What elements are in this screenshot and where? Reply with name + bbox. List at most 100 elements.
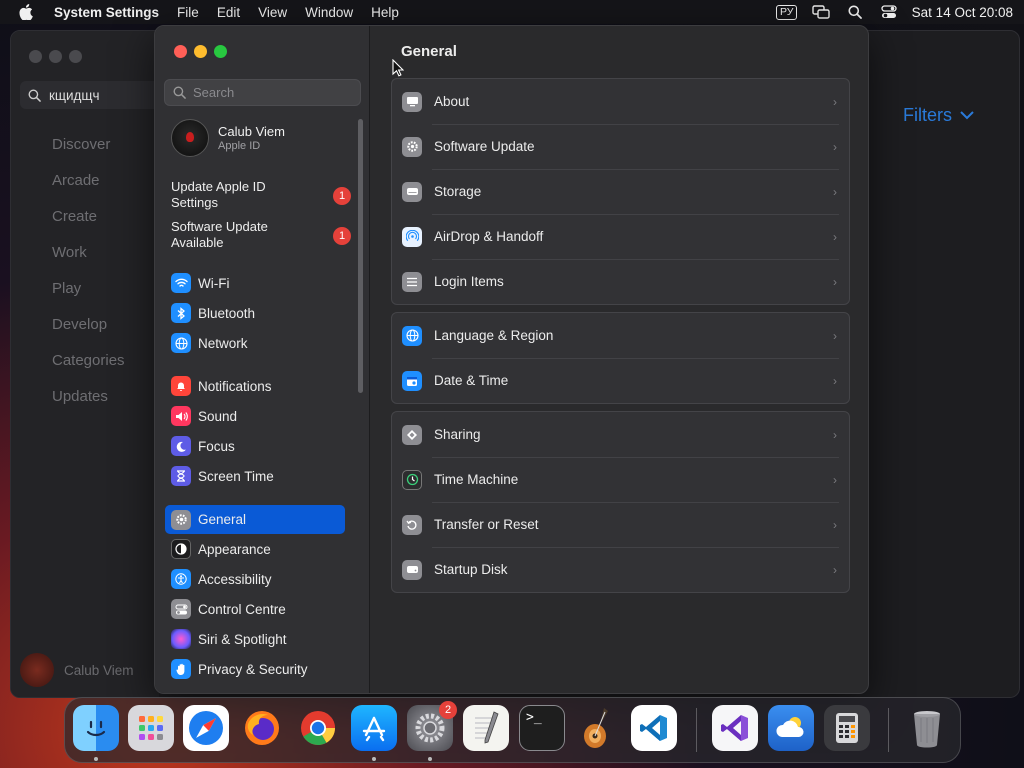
gear-badge-icon <box>402 136 422 157</box>
nav-categories[interactable]: Categories <box>52 352 125 369</box>
nav-updates[interactable]: Updates <box>52 388 108 405</box>
zoom-window-button[interactable] <box>69 50 82 63</box>
chevron-right-icon: › <box>833 229 837 244</box>
nav-develop[interactable]: Develop <box>52 316 107 333</box>
sidebar-item-label: Appearance <box>198 541 271 557</box>
chevron-right-icon: › <box>833 373 837 388</box>
account-name: Calub Viem <box>218 124 285 139</box>
update-apple-id-notice[interactable]: Update Apple ID Settings 1 <box>171 179 351 211</box>
software-update-notice[interactable]: Software Update Available 1 <box>171 219 351 251</box>
sidebar-item-network[interactable]: Network <box>165 330 345 356</box>
sidebar-item-notifications[interactable]: Notifications <box>165 373 345 399</box>
chevron-right-icon: › <box>833 472 837 487</box>
settings-search-field[interactable]: Search <box>164 79 361 106</box>
sidebar-item-siri-spotlight[interactable]: Siri & Spotlight <box>165 626 345 652</box>
sidebar-item-label: Wi-Fi <box>198 275 230 291</box>
system-settings-window: Search Calub Viem Apple ID Update Apple … <box>154 25 869 694</box>
settings-icon[interactable]: 2 <box>407 701 457 751</box>
app-store-search-field[interactable]: кщидщч <box>20 81 160 109</box>
terminal-icon[interactable]: >_ <box>519 705 565 751</box>
menu-clock[interactable]: Sat 14 Oct 20:08 <box>912 5 1013 20</box>
nav-arcade[interactable]: Arcade <box>52 172 100 189</box>
apple-id-account[interactable]: Calub Viem Apple ID <box>171 119 285 157</box>
row-software-update[interactable]: Software Update › <box>392 124 849 169</box>
chrome-icon[interactable] <box>295 705 341 751</box>
menu-edit[interactable]: Edit <box>208 5 249 20</box>
menu-file[interactable]: File <box>168 5 208 20</box>
input-source-menu[interactable]: РУ <box>770 4 804 20</box>
garageband-icon[interactable] <box>575 705 621 751</box>
row-airdrop-handoff[interactable]: AirDrop & Handoff › <box>392 214 849 259</box>
nav-create[interactable]: Create <box>52 208 97 225</box>
launchpad-icon[interactable] <box>128 705 174 751</box>
chevron-right-icon: › <box>833 562 837 577</box>
gear-icon <box>171 509 191 530</box>
filters-button[interactable]: Filters <box>903 105 974 126</box>
visual-studio-icon[interactable] <box>712 705 758 751</box>
zoom-window-button[interactable] <box>214 45 227 58</box>
menu-bar: System Settings File Edit View Window He… <box>0 0 1024 24</box>
sidebar-item-appearance[interactable]: Appearance <box>165 536 345 562</box>
running-indicator <box>94 757 98 761</box>
calculator-icon[interactable] <box>824 705 870 751</box>
sidebar-scrollbar[interactable] <box>358 119 363 393</box>
row-language-region[interactable]: Language & Region › <box>392 313 849 358</box>
chevron-right-icon: › <box>833 139 837 154</box>
vscode-icon[interactable] <box>631 705 677 751</box>
chevron-right-icon: › <box>833 328 837 343</box>
menu-app-name[interactable]: System Settings <box>52 5 168 20</box>
keyboard-layout-label: РУ <box>775 4 798 20</box>
menu-window[interactable]: Window <box>296 5 362 20</box>
sidebar-item-privacy-security[interactable]: Privacy & Security <box>165 656 345 682</box>
menu-help[interactable]: Help <box>362 5 408 20</box>
app-store-account[interactable]: Calub Viem <box>20 653 134 687</box>
bluetooth-icon <box>171 303 191 323</box>
app-store-search-value: кщидщч <box>49 87 100 103</box>
row-label: Login Items <box>434 274 504 289</box>
apple-menu-icon[interactable] <box>0 4 52 20</box>
sidebar-item-wifi[interactable]: Wi-Fi <box>165 270 345 296</box>
row-time-machine[interactable]: Time Machine › <box>392 457 849 502</box>
safari-icon[interactable] <box>183 705 229 751</box>
row-date-time[interactable]: Date & Time › <box>392 358 849 403</box>
settings-search-placeholder: Search <box>193 85 235 100</box>
close-window-button[interactable] <box>29 50 42 63</box>
nav-play[interactable]: Play <box>52 280 81 297</box>
sidebar-item-general[interactable]: General <box>165 505 345 534</box>
firefox-icon[interactable] <box>239 705 285 751</box>
sidebar-item-bluetooth[interactable]: Bluetooth <box>165 300 345 326</box>
nav-discover[interactable]: Discover <box>52 136 110 153</box>
sidebar-item-focus[interactable]: Focus <box>165 433 345 459</box>
sidebar-item-screen-time[interactable]: Screen Time <box>165 463 345 489</box>
close-window-button[interactable] <box>174 45 187 58</box>
sidebar-item-label: Control Centre <box>198 601 286 617</box>
menu-view[interactable]: View <box>249 5 296 20</box>
finder-icon[interactable] <box>73 705 119 751</box>
sidebar-item-accessibility[interactable]: Accessibility <box>165 566 345 592</box>
speaker-icon <box>171 406 191 426</box>
row-about[interactable]: About › <box>392 79 849 124</box>
spotlight-search-icon[interactable] <box>838 5 872 19</box>
page-title: General <box>401 43 457 60</box>
row-transfer-reset[interactable]: Transfer or Reset › <box>392 502 849 547</box>
sidebar-item-label: Siri & Spotlight <box>198 631 287 647</box>
accessibility-icon <box>171 569 191 589</box>
app-store-icon[interactable] <box>351 705 397 751</box>
row-login-items[interactable]: Login Items › <box>392 259 849 304</box>
row-sharing[interactable]: Sharing › <box>392 412 849 457</box>
trash-icon[interactable] <box>904 705 950 751</box>
row-startup-disk[interactable]: Startup Disk › <box>392 547 849 592</box>
control-centre-icon[interactable] <box>872 5 906 19</box>
siri-icon <box>171 629 191 649</box>
sidebar-item-sound[interactable]: Sound <box>165 403 345 429</box>
minimize-window-button[interactable] <box>49 50 62 63</box>
wifi-icon <box>171 273 191 293</box>
sharing-icon <box>402 424 422 445</box>
textedit-icon[interactable] <box>463 705 509 751</box>
nav-work[interactable]: Work <box>52 244 87 261</box>
weather-icon[interactable] <box>768 705 814 751</box>
screen-mirroring-icon[interactable] <box>804 5 838 19</box>
sidebar-item-control-centre[interactable]: Control Centre <box>165 596 345 622</box>
minimize-window-button[interactable] <box>194 45 207 58</box>
row-storage[interactable]: Storage › <box>392 169 849 214</box>
